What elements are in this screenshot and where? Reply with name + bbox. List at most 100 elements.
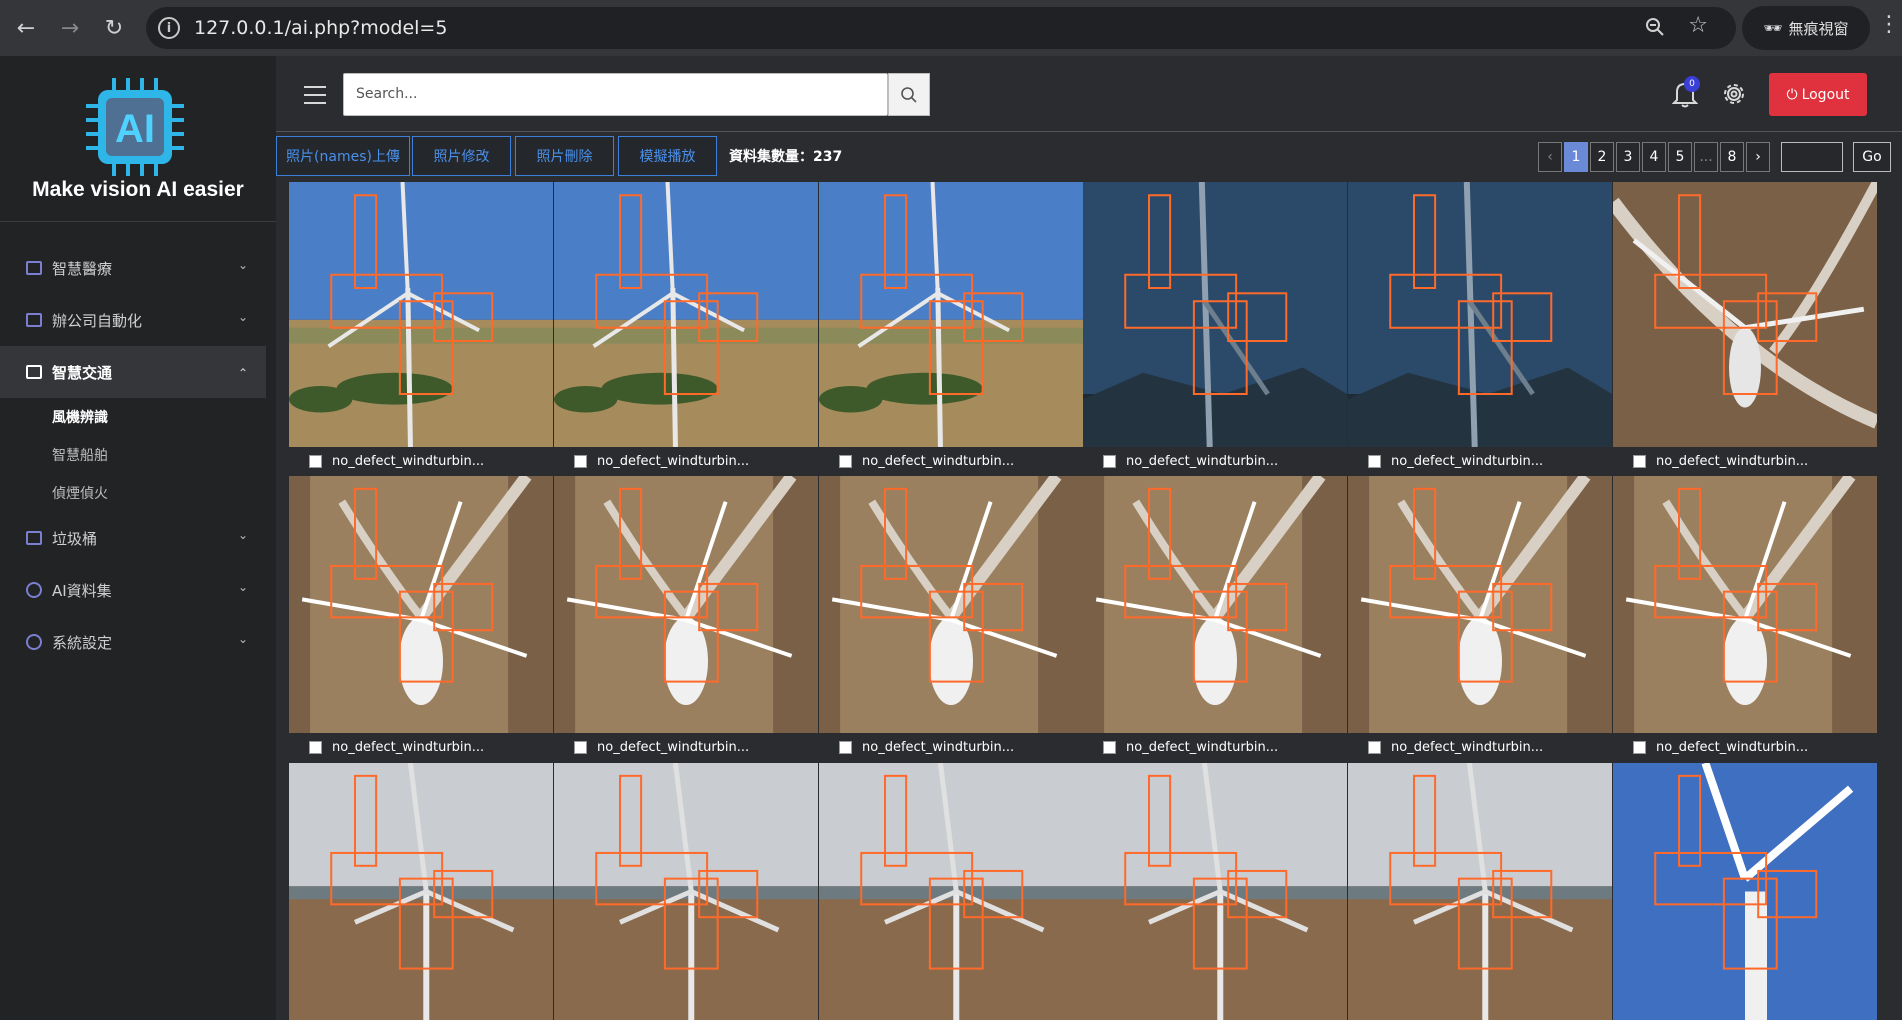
gallery-thumbnail[interactable] xyxy=(1083,182,1347,447)
sidebar-menu: 智慧醫療 ⌄ 辦公司自動化 ⌄ 智慧交通 ⌃ 風機辨識 智慧船舶 偵煙偵火 垃圾… xyxy=(0,242,266,668)
search-input[interactable]: Search... xyxy=(343,73,888,116)
back-icon[interactable]: ← xyxy=(8,10,44,46)
gallery-card[interactable]: no_defect_windturbin... xyxy=(1083,476,1347,761)
page-button-3[interactable]: 3 xyxy=(1616,142,1640,172)
zoom-icon[interactable] xyxy=(1644,16,1666,38)
gallery-thumbnail[interactable] xyxy=(1613,476,1877,733)
select-checkbox[interactable] xyxy=(309,454,322,468)
sidebar-item-system-settings[interactable]: 系統設定 ⌄ xyxy=(0,616,266,668)
select-checkbox[interactable] xyxy=(1103,454,1116,468)
delete-photos-button[interactable]: 照片刪除 xyxy=(515,136,614,176)
hamburger-menu-icon[interactable] xyxy=(304,86,326,104)
select-checkbox[interactable] xyxy=(574,740,587,754)
sidebar-subitem-smart-ship[interactable]: 智慧船舶 xyxy=(0,436,266,474)
select-checkbox[interactable] xyxy=(1633,740,1646,754)
sidebar-item-label: AI資料集 xyxy=(52,581,112,600)
gallery-thumbnail[interactable] xyxy=(819,182,1083,447)
gallery-card[interactable] xyxy=(1613,763,1877,1020)
prev-page-button[interactable]: ‹ xyxy=(1538,142,1562,172)
sidebar-item-smart-medical[interactable]: 智慧醫療 ⌄ xyxy=(0,242,266,294)
go-button[interactable]: Go xyxy=(1853,142,1891,172)
page-button-1[interactable]: 1 xyxy=(1564,142,1588,172)
sidebar-subitem-wind-turbine[interactable]: 風機辨識 xyxy=(0,398,266,436)
page-button-2[interactable]: 2 xyxy=(1590,142,1614,172)
gallery-caption: no_defect_windturbin... xyxy=(1348,447,1612,475)
monitor-icon xyxy=(26,261,42,275)
gallery-card[interactable] xyxy=(1348,763,1612,1020)
edit-photos-button[interactable]: 照片修改 xyxy=(412,136,511,176)
page-button-8[interactable]: 8 xyxy=(1720,142,1744,172)
chevron-down-icon: ⌄ xyxy=(237,528,248,542)
select-checkbox[interactable] xyxy=(1368,454,1381,468)
select-checkbox[interactable] xyxy=(1103,740,1116,754)
gallery-card[interactable] xyxy=(289,763,553,1020)
gallery-thumbnail[interactable] xyxy=(554,763,818,1020)
upload-photos-button[interactable]: 照片(names)上傳 xyxy=(276,136,410,176)
gallery-caption: no_defect_windturbin... xyxy=(554,447,818,475)
search-button[interactable] xyxy=(888,73,930,116)
forward-icon[interactable]: → xyxy=(52,10,88,46)
gallery-thumbnail[interactable] xyxy=(1613,182,1877,447)
select-checkbox[interactable] xyxy=(839,740,852,754)
gallery-card[interactable]: no_defect_windturbin... xyxy=(289,476,553,761)
gallery-card[interactable]: no_defect_windturbin... xyxy=(1613,476,1877,761)
select-checkbox[interactable] xyxy=(309,740,322,754)
power-icon: ⏻ xyxy=(1786,86,1798,103)
image-filename: no_defect_windturbin... xyxy=(1391,453,1544,469)
page-button-5[interactable]: 5 xyxy=(1668,142,1692,172)
page-number-input[interactable] xyxy=(1781,142,1843,172)
select-checkbox[interactable] xyxy=(1633,454,1646,468)
gear-icon[interactable] xyxy=(1720,80,1748,108)
sidebar-subitem-smoke-fire[interactable]: 偵煙偵火 xyxy=(0,474,266,512)
address-bar[interactable]: i 127.0.0.1/ai.php?model=5 ☆ xyxy=(146,7,1736,49)
gallery-card[interactable]: no_defect_windturbin... xyxy=(1348,182,1612,475)
select-checkbox[interactable] xyxy=(574,454,587,468)
browser-menu-icon[interactable]: ⋮ xyxy=(1878,12,1900,37)
logout-button[interactable]: ⏻ Logout xyxy=(1769,73,1867,116)
gallery-thumbnail[interactable] xyxy=(1083,763,1347,1020)
gallery-thumbnail[interactable] xyxy=(1613,763,1877,1020)
gallery-thumbnail[interactable] xyxy=(819,763,1083,1020)
reload-icon[interactable]: ↻ xyxy=(96,10,132,46)
gallery-card[interactable]: no_defect_windturbin... xyxy=(554,476,818,761)
gallery-thumbnail[interactable] xyxy=(289,182,553,447)
gallery-thumbnail[interactable] xyxy=(554,476,818,733)
sidebar-item-ai-dataset[interactable]: AI資料集 ⌄ xyxy=(0,564,266,616)
gallery-card[interactable]: no_defect_windturbin... xyxy=(1083,182,1347,475)
gallery-card[interactable] xyxy=(1083,763,1347,1020)
next-page-button[interactable]: › xyxy=(1746,142,1770,172)
sidebar-item-trash[interactable]: 垃圾桶 ⌄ xyxy=(0,512,266,564)
select-checkbox[interactable] xyxy=(1368,740,1381,754)
simulate-play-button[interactable]: 模擬播放 xyxy=(618,136,717,176)
select-checkbox[interactable] xyxy=(839,454,852,468)
browser-toolbar: ← → ↻ i 127.0.0.1/ai.php?model=5 ☆ 🕶 無痕視… xyxy=(0,0,1902,56)
gallery-thumbnail[interactable] xyxy=(289,476,553,733)
gallery-thumbnail[interactable] xyxy=(1348,763,1612,1020)
bookmark-star-icon[interactable]: ☆ xyxy=(1688,13,1708,38)
site-info-icon[interactable]: i xyxy=(158,17,180,39)
gallery-thumbnail[interactable] xyxy=(1348,182,1612,447)
gallery-card[interactable]: no_defect_windturbin... xyxy=(1348,476,1612,761)
page-button-4[interactable]: 4 xyxy=(1642,142,1666,172)
gallery-thumbnail[interactable] xyxy=(289,763,553,1020)
gallery-card[interactable]: no_defect_windturbin... xyxy=(819,182,1083,475)
gallery-card[interactable] xyxy=(819,763,1083,1020)
gallery-card[interactable]: no_defect_windturbin... xyxy=(819,476,1083,761)
gallery-thumbnail[interactable] xyxy=(1083,476,1347,733)
sidebar-item-office-automation[interactable]: 辦公司自動化 ⌄ xyxy=(0,294,266,346)
gallery-thumbnail[interactable] xyxy=(554,182,818,447)
image-filename: no_defect_windturbin... xyxy=(1391,739,1544,755)
gallery-thumbnail[interactable] xyxy=(1348,476,1612,733)
sidebar-item-label: 辦公司自動化 xyxy=(52,311,143,330)
gallery-card[interactable]: no_defect_windturbin... xyxy=(289,182,553,475)
gallery-card[interactable] xyxy=(554,763,818,1020)
gallery-caption: no_defect_windturbin... xyxy=(554,733,818,761)
chevron-down-icon: ⌄ xyxy=(237,632,248,646)
monitor-icon xyxy=(26,313,42,327)
gallery-card[interactable]: no_defect_windturbin... xyxy=(554,182,818,475)
gallery-caption: no_defect_windturbin... xyxy=(1083,447,1347,475)
sidebar-item-smart-traffic[interactable]: 智慧交通 ⌃ xyxy=(0,346,266,398)
gallery-thumbnail[interactable] xyxy=(819,476,1083,733)
gallery-card[interactable]: no_defect_windturbin... xyxy=(1613,182,1877,475)
incognito-indicator[interactable]: 🕶 無痕視窗 xyxy=(1742,6,1870,50)
